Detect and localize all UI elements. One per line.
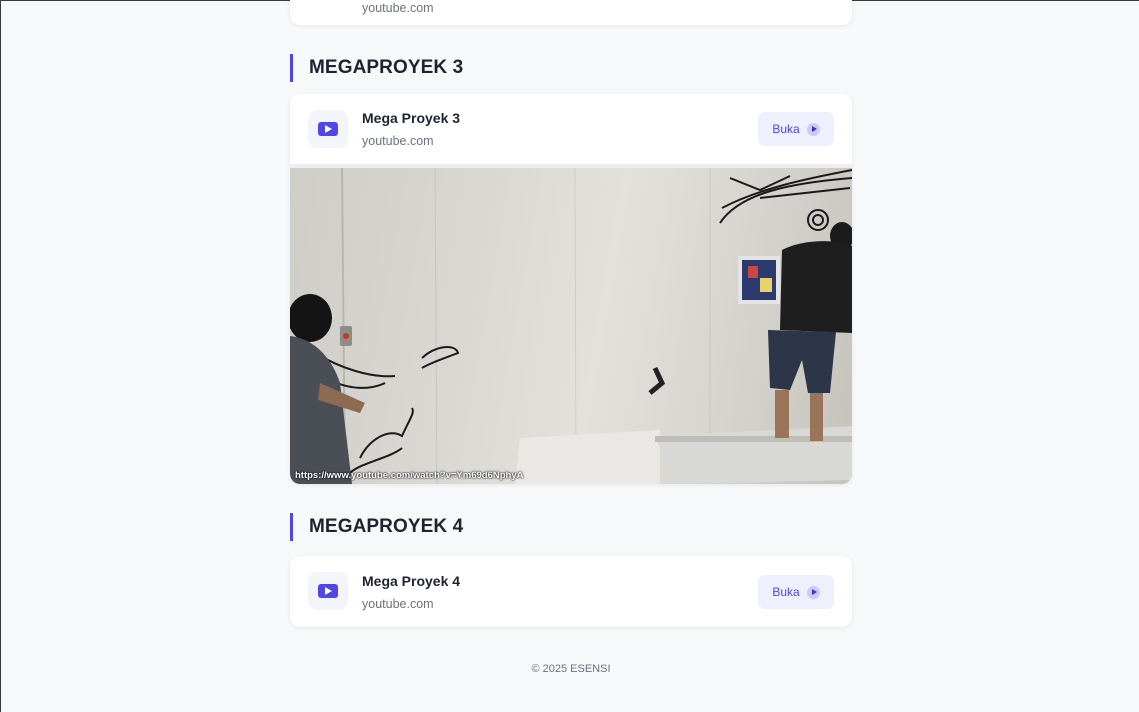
icon-container (308, 110, 348, 148)
footer-copyright: © 2025 ESENSI (531, 663, 611, 675)
open-button[interactable]: Buka (758, 575, 834, 609)
card-header: Mega Proyek 4 youtube.com Buka (290, 556, 852, 626)
card-source: youtube.com (362, 1, 434, 15)
youtube-play-icon (318, 122, 338, 136)
card-header: Mega Proyek 3 youtube.com Buka (290, 94, 852, 164)
open-button-label: Buka (772, 122, 800, 136)
card-source: youtube.com (362, 597, 434, 611)
video-card: Mega Proyek 4 youtube.com Buka (290, 556, 852, 627)
icon-container (308, 572, 348, 610)
play-circle-icon (806, 122, 820, 136)
video-card-previous: youtube.com (290, 0, 852, 25)
video-frame-illustration (290, 168, 852, 484)
video-card: Mega Proyek 3 youtube.com Buka https://w… (290, 94, 852, 484)
youtube-play-icon (318, 584, 338, 598)
open-button-label: Buka (772, 585, 800, 599)
section-heading: MEGAPROYEK 3 (290, 54, 463, 82)
card-title: Mega Proyek 3 (362, 110, 461, 126)
play-circle-icon (806, 585, 820, 599)
section-heading: MEGAPROYEK 4 (290, 513, 463, 541)
open-button[interactable]: Buka (758, 112, 834, 146)
card-title: Mega Proyek 4 (362, 573, 461, 589)
video-embed[interactable]: https://www.youtube.com/watch?v=Ym69d6Np… (290, 168, 852, 484)
video-url-overlay: https://www.youtube.com/watch?v=Ym69d6Np… (295, 470, 524, 481)
card-source: youtube.com (362, 134, 434, 148)
